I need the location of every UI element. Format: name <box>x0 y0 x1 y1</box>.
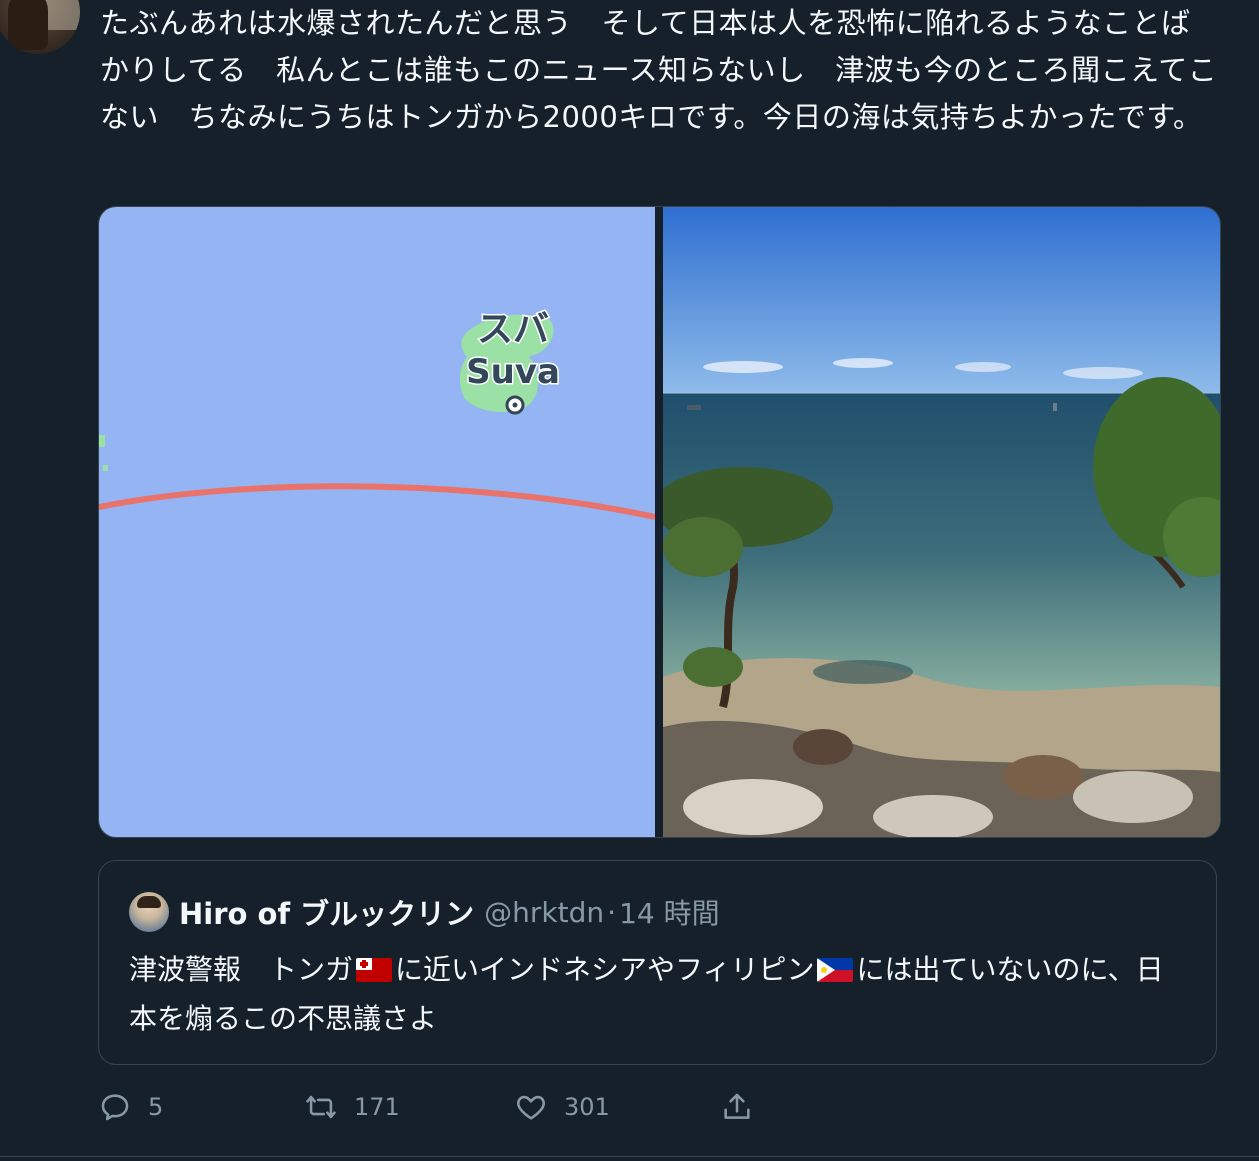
quoted-timestamp: 14 時間 <box>619 897 720 930</box>
like-count: 301 <box>564 1093 610 1121</box>
quoted-tweet-header: Hiro of ブルックリン @hrktdn · 14 時間 <box>129 891 720 933</box>
quoted-tweet-text: 津波警報 トンガ に近いインドネシアやフィリピン には出ていないのに、日本を煽るこの… <box>129 945 1189 1043</box>
map-label-en: Suva <box>466 352 560 392</box>
quoted-display-name: Hiro of ブルックリン <box>179 897 475 931</box>
share-icon <box>724 1093 750 1119</box>
quoted-text-part2: に近いインドネシアやフィリピン <box>395 953 815 986</box>
map-image[interactable]: スバ Suva <box>99 207 656 837</box>
author-avatar[interactable] <box>0 0 80 54</box>
quoted-author-avatar <box>129 892 169 932</box>
philippines-flag-icon <box>817 958 854 982</box>
retweet-button[interactable]: 171 <box>304 1086 400 1128</box>
tonga-flag-icon <box>356 958 393 982</box>
media-grid: スバ Suva <box>98 206 1221 838</box>
reply-count: 5 <box>148 1093 164 1121</box>
like-button[interactable]: 301 <box>514 1086 610 1128</box>
beach-photo[interactable] <box>653 207 1220 837</box>
map-label-jp: スバ <box>477 309 549 350</box>
quoted-text-part1: 津波警報 トンガ <box>129 953 354 986</box>
retweet-icon <box>306 1095 336 1119</box>
quoted-handle: @hrktdn <box>484 895 605 929</box>
reply-icon <box>101 1094 129 1121</box>
tweet-text: たぶんあれは水爆されたんだと思う そして日本は人を恐怖に陥れるようなことばかりし… <box>100 6 1218 134</box>
share-button[interactable] <box>720 1086 754 1128</box>
dot-separator: · <box>607 895 617 929</box>
reply-button[interactable]: 5 <box>98 1086 163 1128</box>
tweet-detail: たぶんあれは水爆されたんだと思う そして日本は人を恐怖に陥れるようなことばかりし… <box>0 0 1259 1161</box>
retweet-count: 171 <box>354 1093 400 1121</box>
divider <box>0 1156 1259 1157</box>
quoted-tweet[interactable]: Hiro of ブルックリン @hrktdn · 14 時間 津波警報 トンガ に… <box>98 860 1217 1065</box>
like-icon <box>517 1095 545 1120</box>
